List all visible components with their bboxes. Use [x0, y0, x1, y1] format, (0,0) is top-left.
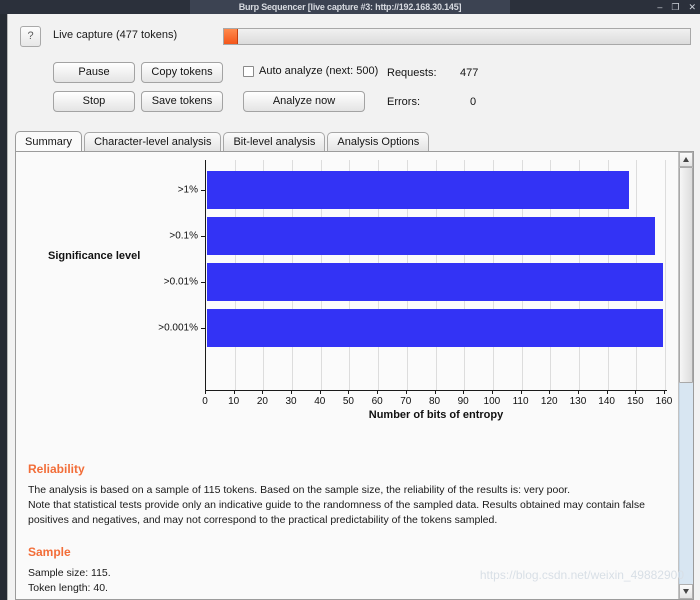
requests-value: 477	[460, 67, 479, 79]
chart-x-axis: 0 10 20 30 40 50 60 70 80 90 100 110 120 130 140 150 160	[202, 390, 672, 407]
y-axis-label: >0.001%	[158, 322, 198, 334]
capture-progress-fill	[224, 29, 238, 44]
reliability-text: The analysis is based on a sample of 115…	[28, 484, 645, 526]
app-window: Burp Sequencer [live capture #3: http://…	[0, 0, 700, 600]
x-axis-tick	[520, 390, 522, 394]
window-title: Burp Sequencer [live capture #3: http://…	[238, 2, 462, 12]
sample-text: Sample size: 115. Token length: 40.	[28, 567, 111, 594]
pause-button[interactable]: Pause	[53, 62, 135, 83]
x-axis-tick	[434, 390, 436, 394]
x-axis-label: 30	[285, 396, 297, 407]
x-axis-label: 160	[655, 396, 673, 407]
stop-button[interactable]: Stop	[53, 91, 135, 112]
x-axis-label: 110	[512, 396, 529, 407]
save-tokens-button[interactable]: Save tokens	[141, 91, 223, 112]
x-axis-label: 60	[371, 396, 383, 407]
chart-bars	[206, 160, 666, 390]
minimize-icon[interactable]: –	[657, 0, 662, 14]
chart-y-axis-title: Significance level	[48, 250, 141, 262]
live-capture-header: ? Live capture (477 tokens)	[8, 25, 694, 49]
y-axis-label: >0.01%	[163, 276, 198, 288]
copy-tokens-button[interactable]: Copy tokens	[141, 62, 223, 83]
x-axis-tick	[291, 390, 293, 394]
x-axis-tick	[635, 390, 637, 394]
auto-analyze-checkbox-box[interactable]	[243, 65, 254, 77]
scroll-down-icon[interactable]	[679, 584, 693, 599]
x-axis-label: 10	[228, 396, 240, 407]
client-area: ? Live capture (477 tokens) Pause Stop C…	[7, 14, 700, 600]
x-axis-tick	[205, 390, 206, 394]
window-controls: – ❐ ✕	[657, 0, 696, 14]
y-axis-tick	[201, 190, 206, 192]
bar->0.1%	[207, 217, 655, 256]
x-axis-tick	[348, 390, 350, 394]
y-axis-tick	[201, 328, 206, 330]
x-axis-tick	[577, 390, 579, 394]
x-axis-tick	[233, 390, 235, 394]
close-icon[interactable]: ✕	[688, 0, 696, 14]
entropy-chart: Significance level >1% >0.1% >0.01% >0.001%…	[16, 152, 679, 422]
x-axis-label: 90	[457, 396, 469, 407]
maximize-icon[interactable]: ❐	[671, 0, 679, 14]
x-axis-label: 70	[400, 396, 412, 407]
y-axis-tick	[201, 282, 206, 284]
x-axis-label: 20	[256, 396, 268, 407]
live-capture-label: Live capture (477 tokens)	[53, 29, 178, 41]
y-axis-tick	[201, 236, 206, 238]
x-axis-tick	[463, 390, 465, 394]
bar->1%	[207, 171, 629, 210]
x-axis-label: 0	[202, 396, 208, 407]
requests-label: Requests:	[387, 67, 437, 79]
reliability-heading: Reliability	[28, 462, 85, 476]
x-axis-label: 150	[626, 396, 644, 407]
x-axis-tick	[491, 390, 493, 394]
x-axis-label: 100	[483, 396, 501, 407]
scroll-up-icon[interactable]	[679, 152, 693, 167]
x-axis-tick	[262, 390, 264, 394]
tab-strip: Summary Character-level analysis Bit-level…	[15, 131, 431, 152]
x-axis-label: 130	[569, 396, 587, 407]
x-axis-tick	[664, 390, 665, 394]
x-axis-tick	[606, 390, 608, 394]
x-axis-label: 80	[428, 396, 441, 407]
scrollbar-track[interactable]	[679, 383, 693, 584]
errors-label: Errors:	[387, 96, 420, 108]
summary-panel: Significance level >1% >0.1% >0.01% >0.001%…	[15, 151, 694, 600]
title-bar[interactable]: Burp Sequencer [live capture #3: http://…	[0, 0, 700, 14]
auto-analyze-checkbox[interactable]: Auto analyze (next: 500)	[243, 65, 378, 77]
y-axis-label: >1%	[177, 184, 198, 196]
scrollbar-thumb[interactable]	[679, 167, 693, 383]
errors-value: 0	[470, 96, 477, 108]
tab-character-level-analysis[interactable]: Character-level analysis	[84, 132, 222, 152]
analyze-now-button[interactable]: Analyze now	[243, 91, 365, 112]
bar->0.001%	[207, 309, 664, 348]
tab-bit-level-analysis[interactable]: Bit-level analysis	[223, 132, 326, 152]
sample-heading: Sample	[28, 545, 71, 559]
x-axis-label: 140	[598, 396, 615, 407]
summary-panel-content: Significance level >1% >0.1% >0.01% >0.001%…	[16, 152, 679, 599]
chart-x-axis-title: Number of bits of entropy	[368, 409, 504, 421]
tab-summary[interactable]: Summary	[15, 131, 83, 152]
capture-progress-bar	[223, 28, 691, 45]
x-axis-tick	[319, 390, 321, 394]
vertical-scrollbar[interactable]	[678, 152, 693, 599]
x-axis-tick	[405, 390, 407, 394]
tab-analysis-options[interactable]: Analysis Options	[327, 132, 430, 152]
x-axis-label: 40	[314, 396, 326, 407]
bar->0.01%	[207, 263, 664, 302]
x-axis-label: 50	[342, 396, 354, 407]
chart-plot-area: >1% >0.1% >0.01% >0.001%	[158, 160, 666, 390]
y-axis-label: >0.1%	[169, 230, 198, 242]
help-icon[interactable]: ?	[20, 26, 41, 47]
x-axis-label: 120	[540, 396, 558, 407]
auto-analyze-label: Auto analyze (next: 500)	[259, 65, 379, 77]
x-axis-tick	[549, 390, 551, 394]
x-axis-tick	[377, 390, 379, 394]
